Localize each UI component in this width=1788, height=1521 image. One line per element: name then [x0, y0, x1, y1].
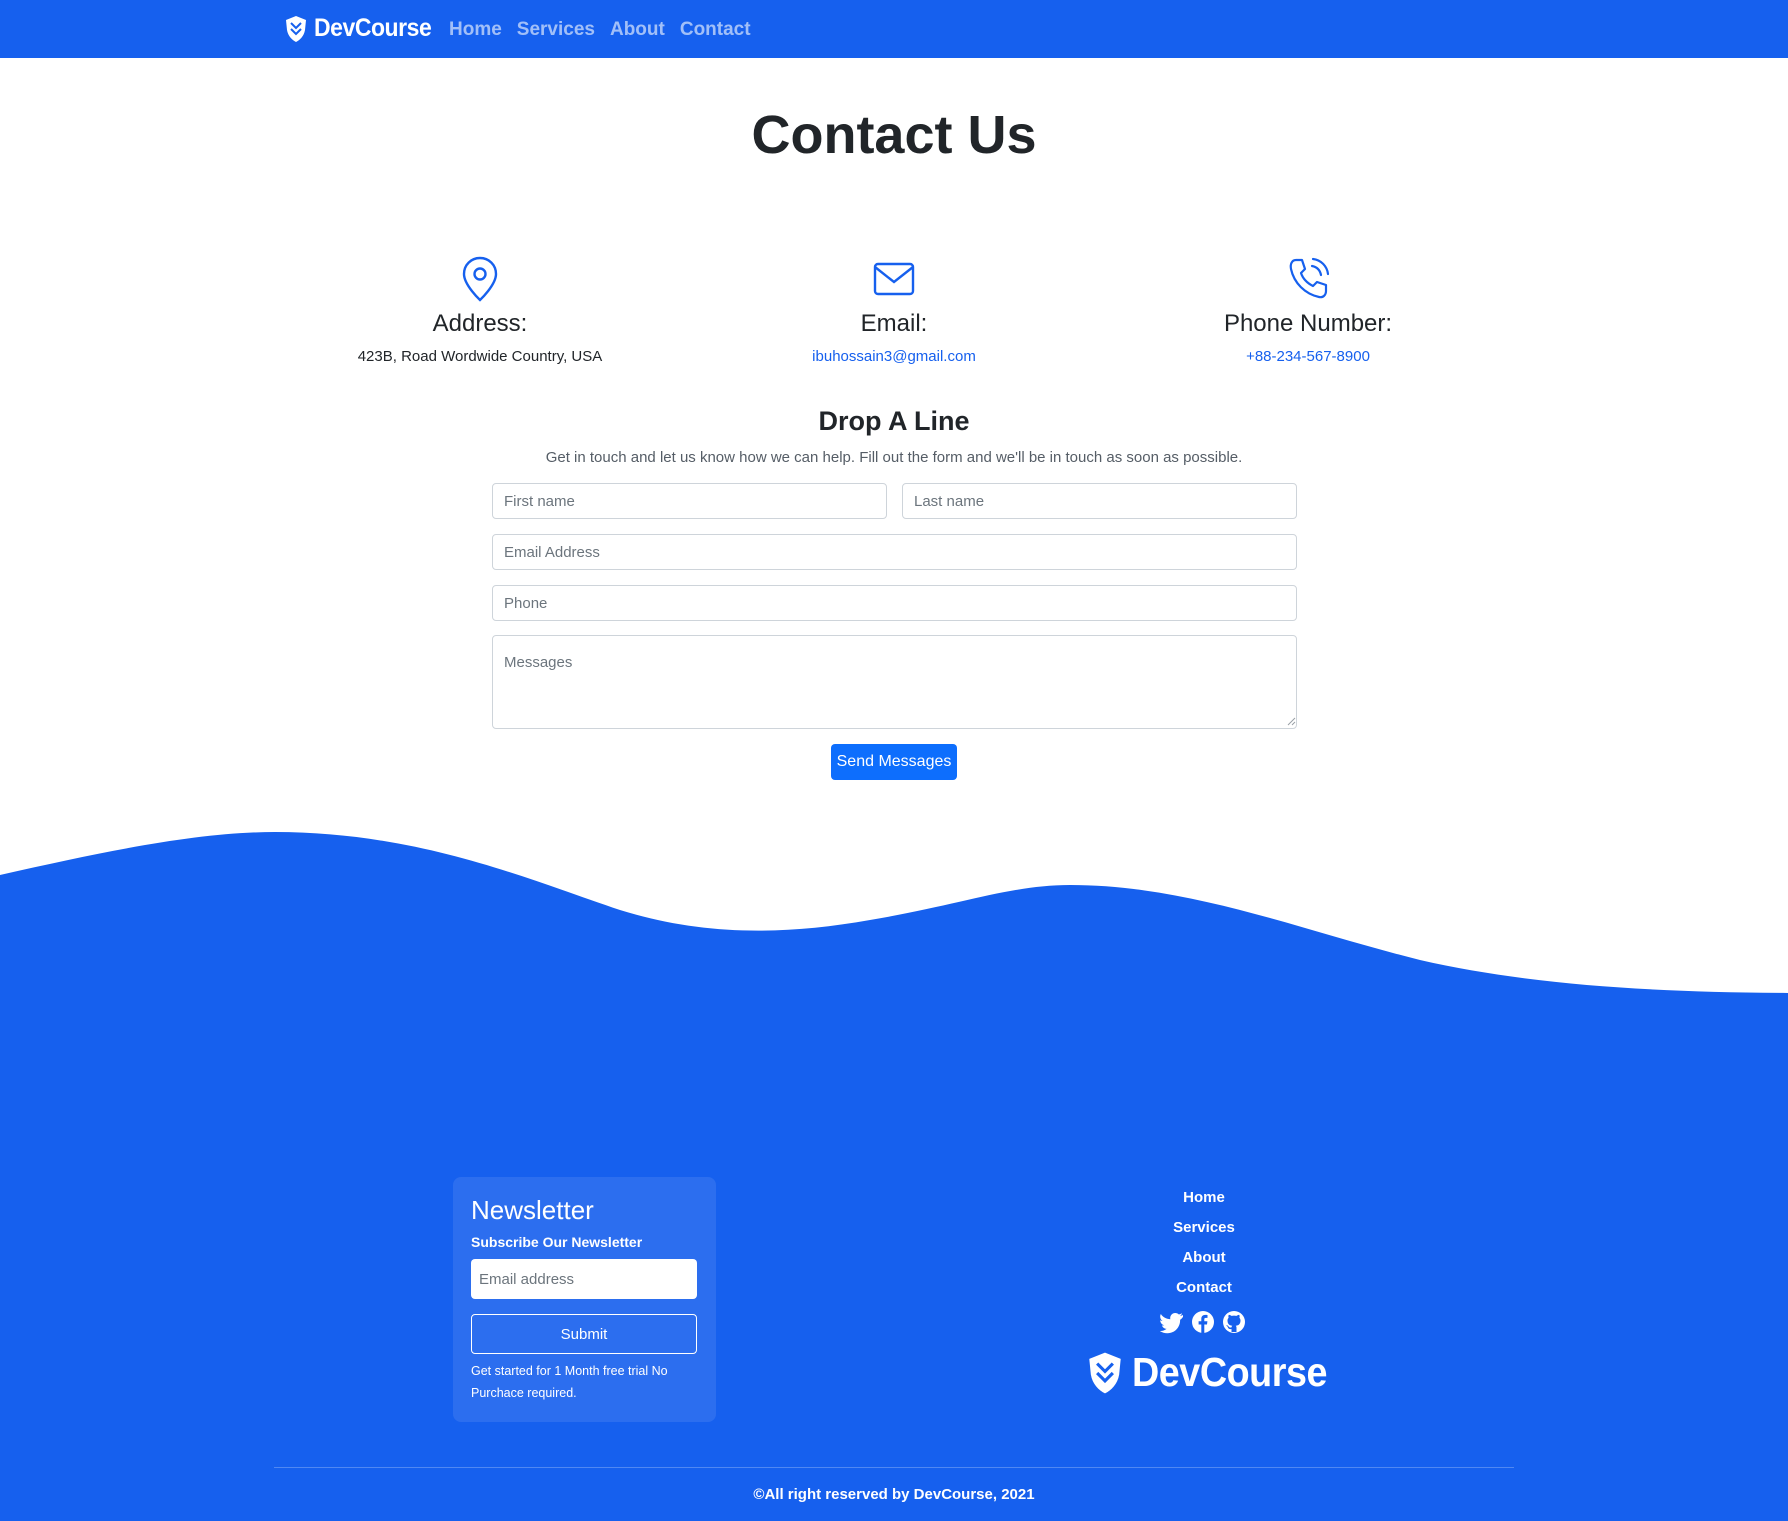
newsletter-submit-button[interactable]: Submit: [471, 1314, 697, 1354]
brand-logo[interactable]: DevCourse: [284, 14, 442, 43]
send-messages-button[interactable]: Send Messages: [831, 744, 957, 780]
brand-name: DevCourse: [314, 14, 432, 42]
message-textarea[interactable]: [492, 635, 1297, 729]
footer-link-services[interactable]: Services: [1104, 1213, 1304, 1243]
nav-links: Home Services About Contact: [449, 19, 751, 41]
phone-input[interactable]: [492, 585, 1297, 621]
nav-contact[interactable]: Contact: [680, 19, 751, 41]
newsletter-note: Get started for 1 Month free trial No Pu…: [471, 1364, 668, 1400]
footer-link-contact[interactable]: Contact: [1104, 1273, 1304, 1303]
phone-icon: [1289, 257, 1330, 299]
form-title: Drop A Line: [818, 406, 970, 436]
page-title: Contact Us: [751, 105, 1037, 165]
address-value: 423B, Road Wordwide Country, USA: [357, 348, 603, 365]
resize-grip-icon[interactable]: [1286, 716, 1296, 726]
address-label: Address:: [432, 310, 528, 337]
envelope-icon: [873, 262, 915, 296]
shield-logo-icon: [286, 15, 306, 42]
nav-home[interactable]: Home: [449, 19, 502, 41]
email-block: Email: ibuhossain3@gmail.com: [684, 256, 1104, 365]
newsletter-card: Newsletter Subscribe Our Newsletter Subm…: [453, 1177, 716, 1422]
footer-brand-logo[interactable]: DevCourse: [1086, 1349, 1344, 1396]
newsletter-subtitle: Subscribe Our Newsletter: [471, 1234, 643, 1250]
first-name-input[interactable]: [492, 483, 887, 519]
form-subtitle: Get in touch and let us know how we can …: [545, 449, 1243, 466]
last-name-input[interactable]: [902, 483, 1297, 519]
footer-divider: [274, 1467, 1514, 1468]
email-label: Email:: [860, 310, 928, 337]
github-icon[interactable]: [1222, 1310, 1246, 1334]
twitter-icon[interactable]: [1160, 1310, 1184, 1334]
footer-link-about[interactable]: About: [1104, 1243, 1304, 1273]
phone-block: Phone Number: +88-234-567-8900: [1098, 256, 1518, 365]
address-block: Address: 423B, Road Wordwide Country, US…: [270, 256, 690, 365]
footer-wave-background: [0, 832, 1788, 1521]
newsletter-title: Newsletter: [471, 1195, 594, 1225]
social-links: [1160, 1310, 1246, 1334]
email-link[interactable]: ibuhossain3@gmail.com: [684, 348, 1104, 365]
email-input[interactable]: [492, 534, 1297, 570]
phone-label: Phone Number:: [1223, 310, 1393, 337]
nav-about[interactable]: About: [610, 19, 665, 41]
phone-link[interactable]: +88-234-567-8900: [1098, 348, 1518, 365]
footer-link-home[interactable]: Home: [1104, 1183, 1304, 1213]
copyright-text: ©All right reserved by DevCourse, 2021: [753, 1486, 1035, 1503]
footer-brand-name: DevCourse: [1132, 1349, 1328, 1395]
newsletter-email-input[interactable]: [471, 1259, 697, 1299]
location-pin-icon: [462, 256, 498, 302]
shield-logo-icon: [1089, 1352, 1121, 1393]
facebook-icon[interactable]: [1191, 1310, 1215, 1334]
nav-services[interactable]: Services: [517, 19, 595, 41]
navbar: DevCourse Home Services About Contact: [0, 0, 1788, 58]
footer-nav: Home Services About Contact: [1104, 1183, 1304, 1303]
